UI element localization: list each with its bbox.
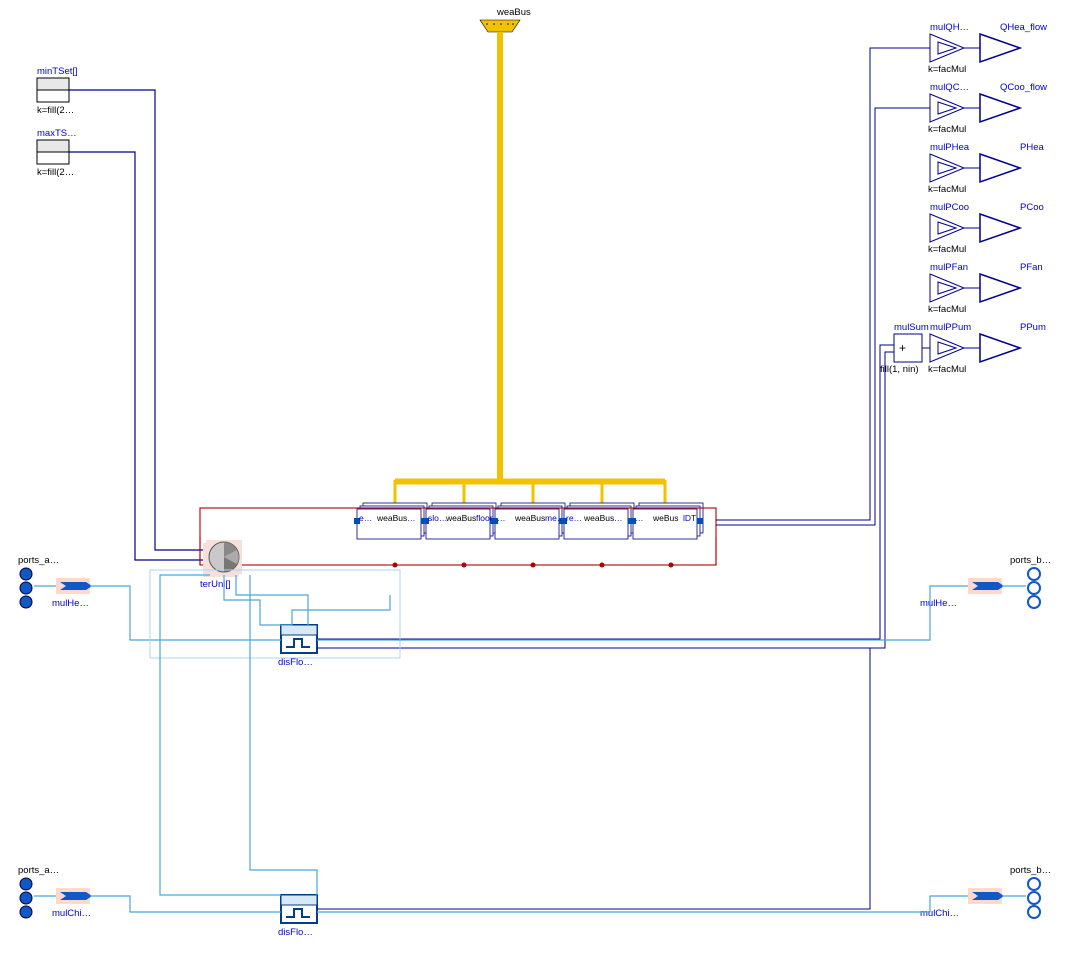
zone-bus-label: weaBus: [583, 513, 614, 523]
svg-text:mulPPum: mulPPum: [930, 322, 971, 333]
svg-text:k=facMul: k=facMul: [928, 244, 966, 255]
zone-right-label: …: [614, 513, 623, 523]
mulqhea-block[interactable]: mulQH… k=facMul: [928, 22, 969, 75]
maxts-block[interactable]: maxTS… k=fill(2…: [37, 128, 77, 178]
maxts-sub: k=fill(2…: [37, 167, 74, 178]
zone-bus-label: weaBus: [445, 513, 476, 523]
svg-text:mulQH…: mulQH…: [930, 22, 969, 33]
svg-text:k=facMul: k=facMul: [928, 364, 966, 375]
svg-text:QCoo_flow: QCoo_flow: [1000, 82, 1047, 93]
svg-text:QHea_flow: QHea_flow: [1000, 22, 1047, 33]
svg-text:mulHe…: mulHe…: [52, 598, 89, 609]
svg-text:mulPHea: mulPHea: [930, 142, 970, 153]
setpoint-routes: [69, 90, 207, 560]
zone-bus-label: weaBus: [514, 513, 545, 523]
pfan-output[interactable]: PFan: [980, 262, 1043, 302]
weabus-label: weaBus: [496, 7, 531, 18]
svg-text:mulChi…: mulChi…: [920, 908, 959, 919]
svg-text:mulQC…: mulQC…: [930, 82, 969, 93]
zone-left-label: slo…: [428, 513, 447, 523]
zone-right-label: floor: [476, 513, 493, 523]
disflo-1[interactable]: disFlo…: [278, 625, 317, 668]
svg-text:k=facMul: k=facMul: [928, 184, 966, 195]
zone-bus-label: weBus: [652, 513, 679, 523]
qcoo-output[interactable]: QCoo_flow: [980, 82, 1047, 122]
svg-text:k=facMul: k=facMul: [928, 124, 966, 135]
mulpfan-block[interactable]: mulPFan k=facMul: [928, 262, 968, 315]
zone-left-label: …: [635, 513, 644, 523]
svg-text:PFan: PFan: [1020, 262, 1043, 273]
svg-text:ports_b…: ports_b…: [1010, 555, 1051, 566]
svg-text:k=facMul: k=facMul: [928, 304, 966, 315]
mintset-sub: k=fill(2…: [37, 105, 74, 116]
svg-text:mulPFan: mulPFan: [930, 262, 968, 273]
ppum-output[interactable]: PPum: [980, 322, 1046, 362]
ports-b-top[interactable]: ports_b… mulHe…: [920, 555, 1051, 609]
svg-text:mulHe…: mulHe…: [920, 598, 957, 609]
svg-text:mulSum: mulSum: [894, 322, 929, 333]
svg-text:PPum: PPum: [1020, 322, 1046, 333]
disflo1-label: disFlo…: [278, 657, 313, 668]
zone-right-label: …: [407, 513, 416, 523]
maxts-label: maxTS…: [37, 128, 77, 139]
cyan-pipes: [34, 570, 1026, 912]
mintset-label: minTSet[]: [37, 66, 78, 77]
svg-text:mulPCoo: mulPCoo: [930, 202, 969, 213]
ports-a-top[interactable]: ports_a… mulHe…: [18, 555, 92, 609]
zone-left-label: re…: [566, 513, 582, 523]
ports-b-bot[interactable]: ports_b… mulChi…: [920, 865, 1051, 919]
mulphea-block[interactable]: mulPHea k=facMul: [928, 142, 970, 195]
phea-output[interactable]: PHea: [980, 142, 1044, 182]
pcoo-output[interactable]: PCoo: [980, 202, 1044, 242]
disflo-2[interactable]: disFlo…: [278, 895, 317, 938]
svg-text:ports_a…: ports_a…: [18, 555, 59, 566]
svg-text:PCoo: PCoo: [1020, 202, 1044, 213]
svg-text:+: +: [899, 341, 906, 355]
disflo2-label: disFlo…: [278, 927, 313, 938]
svg-text:ports_b…: ports_b…: [1010, 865, 1051, 876]
zone-bus-label: weaBus: [376, 513, 407, 523]
ports-a-bot[interactable]: ports_a… mulChi…: [18, 865, 92, 919]
svg-text:PHea: PHea: [1020, 142, 1044, 153]
svg-text:k=facMul: k=facMul: [928, 64, 966, 75]
qhea-output[interactable]: QHea_flow: [980, 22, 1047, 62]
weabus-connector[interactable]: weaBus: [480, 7, 531, 32]
zone-left-label: e…: [359, 513, 372, 523]
mintset-block[interactable]: minTSet[] k=fill(2…: [37, 66, 78, 116]
mulsum-block[interactable]: mulSum + fill(1, nin): [880, 322, 929, 375]
teruni-label: terUni[]: [200, 579, 231, 590]
zone-left-label: …: [497, 513, 506, 523]
svg-text:fill(1, nin): fill(1, nin): [880, 364, 919, 375]
svg-text:ports_a…: ports_a…: [18, 865, 59, 876]
zone-right-label: lDT: [683, 513, 696, 523]
svg-text:mulChi…: mulChi…: [52, 908, 91, 919]
mulqcoo-block[interactable]: mulQC… k=facMul: [928, 82, 969, 135]
mulpcoo-block[interactable]: mulPCoo k=facMul: [928, 202, 969, 255]
